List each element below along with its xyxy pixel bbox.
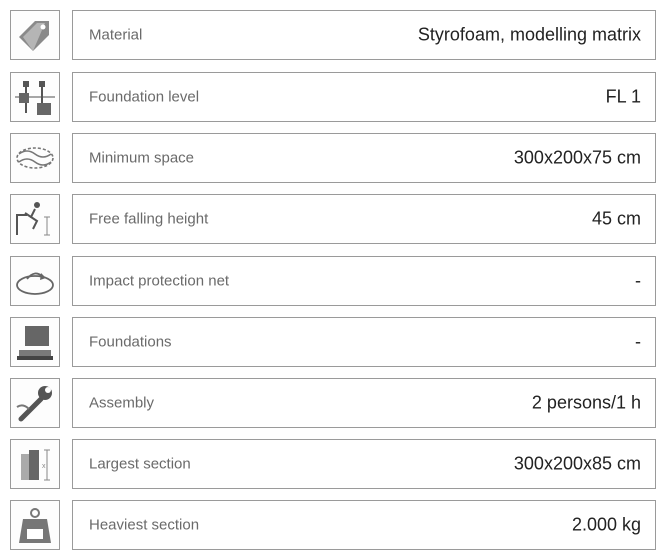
falling-person-icon	[10, 194, 60, 244]
price-tag-icon	[10, 10, 60, 60]
foundation-block-icon	[10, 317, 60, 367]
spec-row-foundations: Foundations -	[0, 317, 659, 367]
minimum-space-icon	[10, 133, 60, 183]
spec-field: Impact protection net -	[72, 256, 656, 306]
spec-row-material: Material Styrofoam, modelling matrix	[0, 10, 659, 60]
spec-field: Foundation level FL 1	[72, 72, 656, 122]
spec-value: 300x200x75 cm	[513, 147, 641, 168]
spec-value: 2.000 kg	[571, 514, 641, 535]
spec-row-free-falling-height: Free falling height 45 cm	[0, 194, 659, 244]
spec-label: Impact protection net	[89, 272, 230, 290]
spec-field: Largest section 300x200x85 cm	[72, 439, 656, 489]
spec-field: Material Styrofoam, modelling matrix	[72, 10, 656, 60]
spec-field: Minimum space 300x200x75 cm	[72, 133, 656, 183]
spec-row-impact-protection-net: Impact protection net -	[0, 256, 659, 306]
weight-kg-icon	[10, 500, 60, 550]
spec-row-largest-section: x Largest section 300x200x85 cm	[0, 439, 659, 489]
spec-label: Free falling height	[89, 210, 209, 228]
spec-label: Largest section	[89, 455, 191, 473]
impact-net-icon	[10, 256, 60, 306]
spec-value: 45 cm	[591, 208, 641, 229]
spec-label: Foundation level	[89, 88, 200, 106]
spec-value: FL 1	[605, 86, 641, 107]
spec-value: -	[635, 270, 641, 291]
spec-field: Assembly 2 persons/1 h	[72, 378, 656, 428]
spec-field: Foundations -	[72, 317, 656, 367]
spec-value: 2 persons/1 h	[531, 392, 641, 413]
spec-label: Heaviest section	[89, 516, 200, 534]
spec-label: Assembly	[89, 394, 155, 412]
spec-label: Foundations	[89, 333, 172, 351]
spec-value: Styrofoam, modelling matrix	[417, 24, 641, 45]
spec-row-foundation-level: Foundation level FL 1	[0, 72, 659, 122]
spec-label: Minimum space	[89, 149, 195, 167]
spec-row-minimum-space: Minimum space 300x200x75 cm	[0, 133, 659, 183]
spec-value: 300x200x85 cm	[513, 453, 641, 474]
foundation-level-icon	[10, 72, 60, 122]
spec-label: Material	[89, 26, 143, 44]
wrench-hand-icon	[10, 378, 60, 428]
spec-field: Free falling height 45 cm	[72, 194, 656, 244]
spec-row-assembly: Assembly 2 persons/1 h	[0, 378, 659, 428]
svg-text:x: x	[42, 463, 46, 470]
section-size-icon: x	[10, 439, 60, 489]
spec-value: -	[635, 331, 641, 352]
spec-row-heaviest-section: Heaviest section 2.000 kg	[0, 500, 659, 550]
spec-field: Heaviest section 2.000 kg	[72, 500, 656, 550]
